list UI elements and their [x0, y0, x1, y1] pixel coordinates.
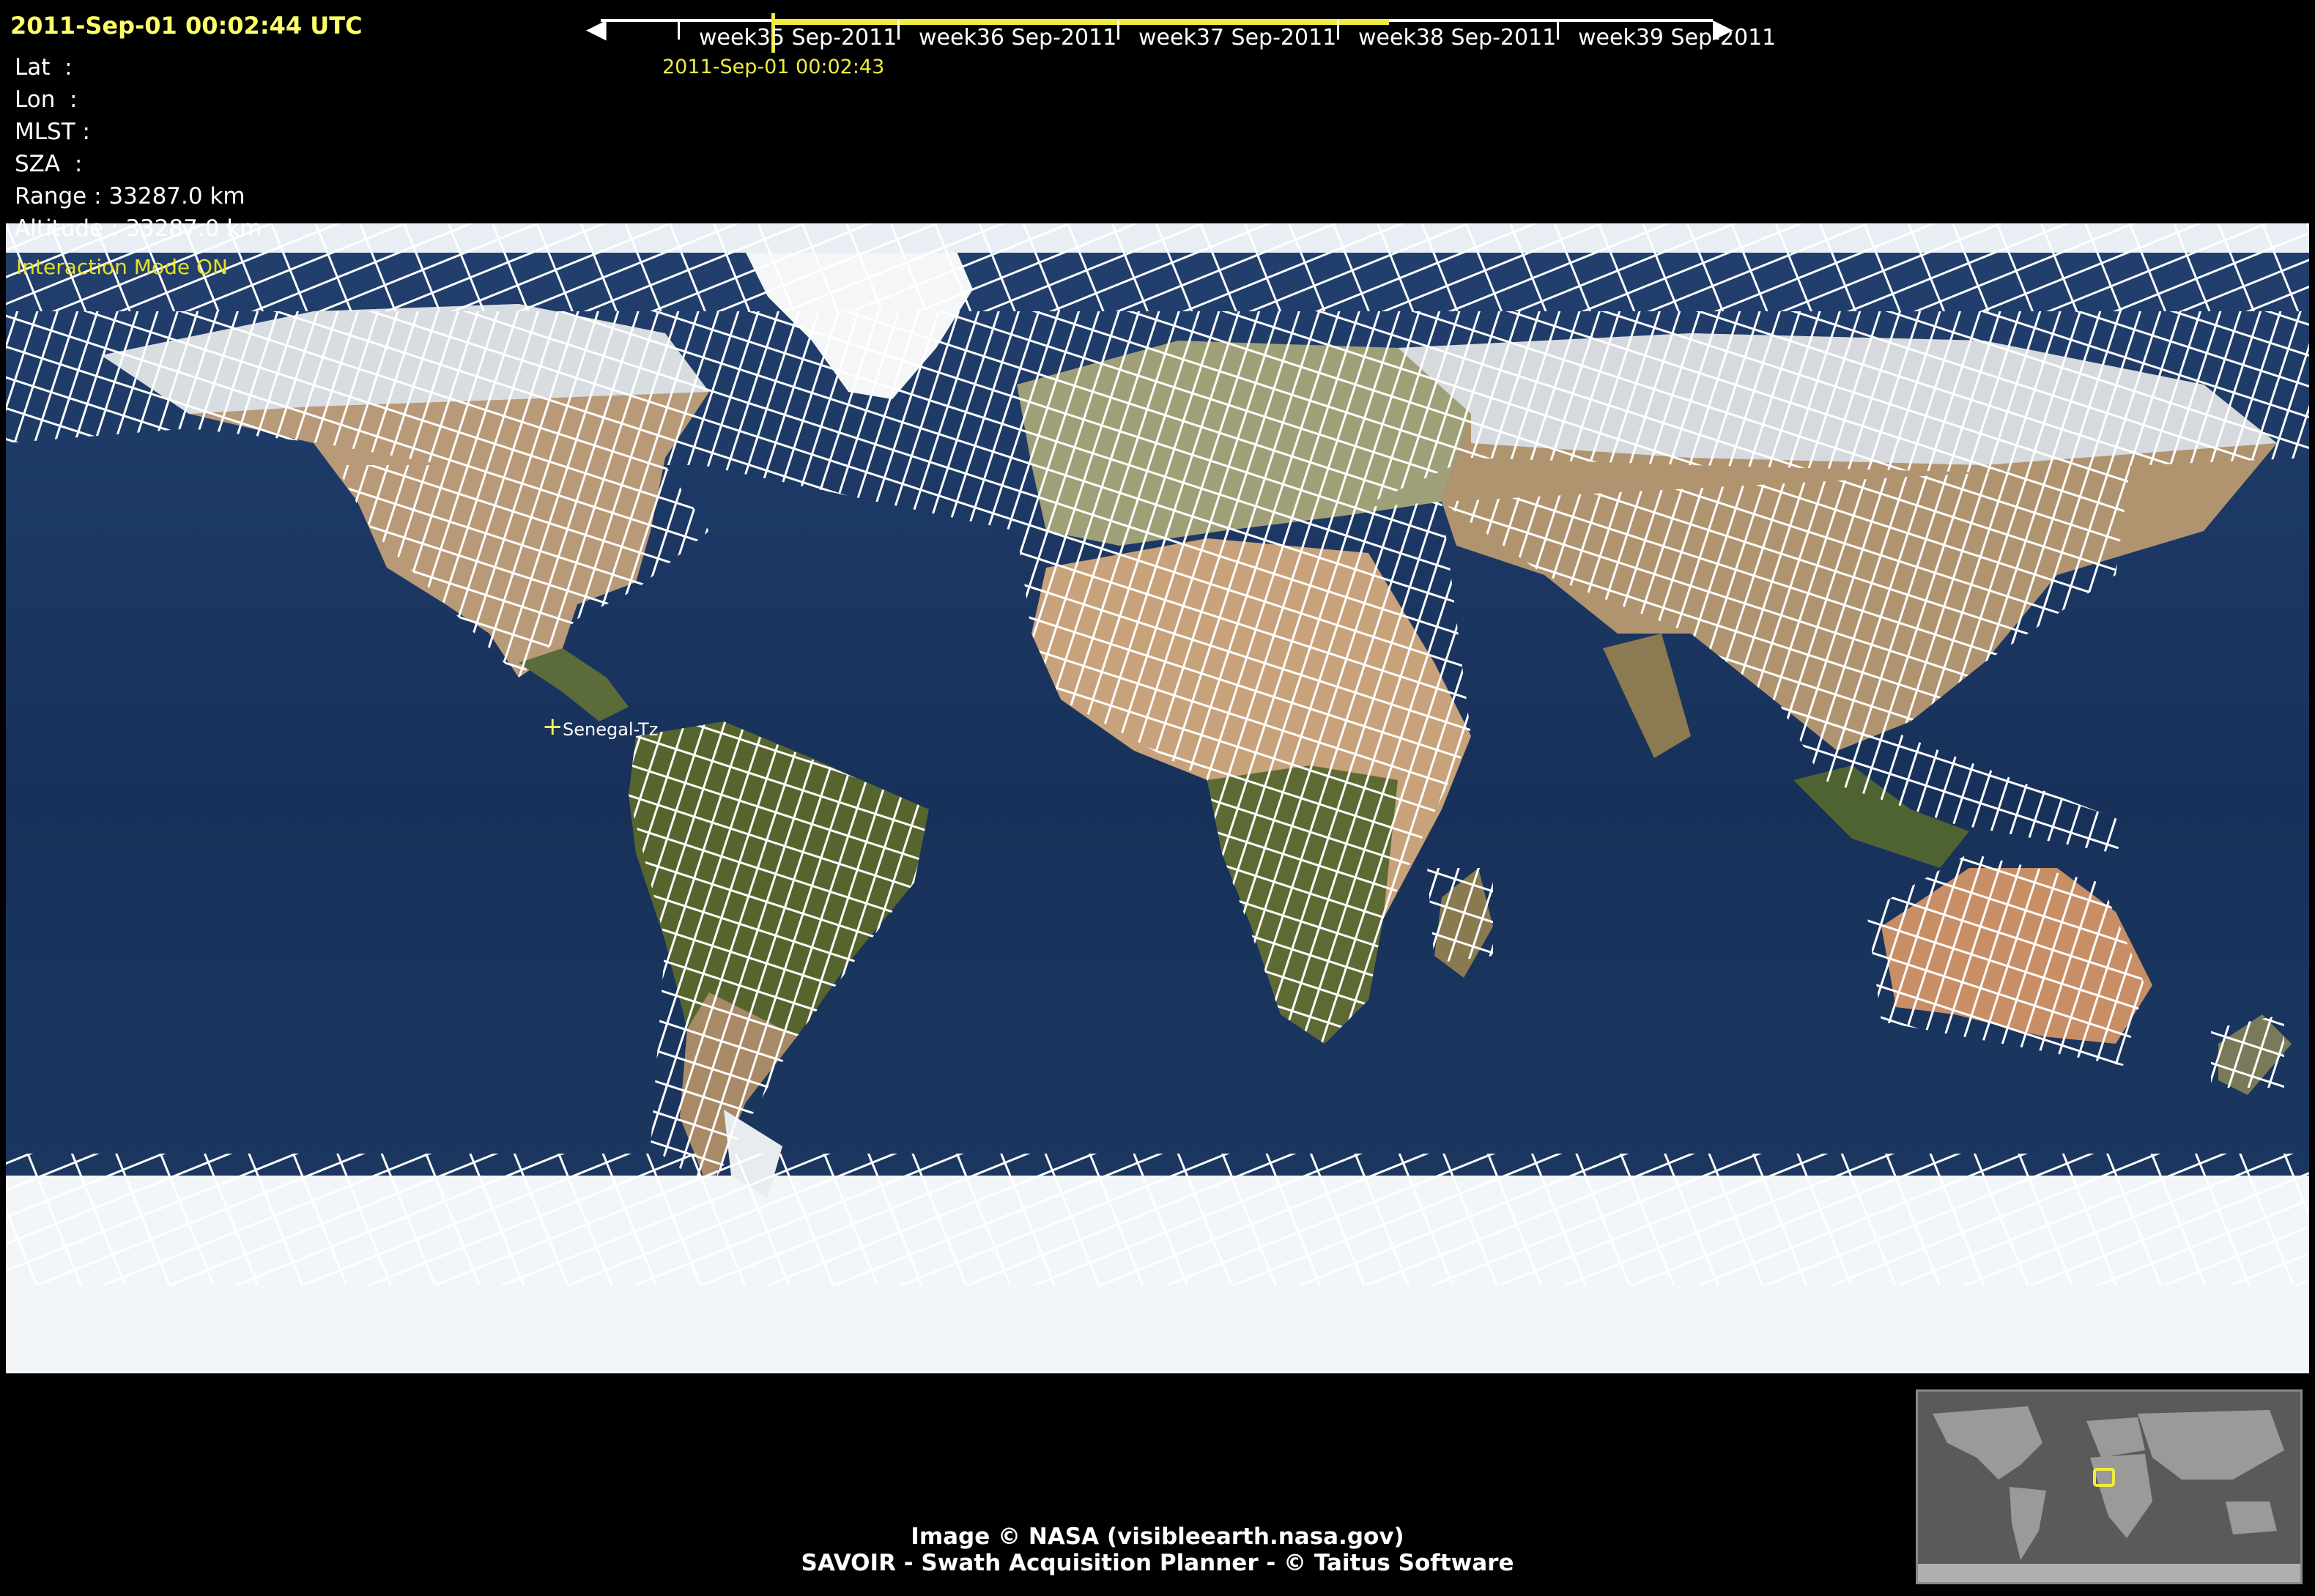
overview-antarctica [1918, 1564, 2300, 1582]
app-window: 2011-Sep-01 00:02:44 UTC Lat : Lon : MLS… [0, 0, 2315, 1596]
timeline-right-arrow-icon[interactable]: ▶ [1713, 16, 1733, 42]
altitude-readout: Altitude : 33287.0 km [15, 215, 262, 242]
timeline-tick [897, 21, 900, 40]
mlst-readout: MLST : [15, 119, 90, 145]
swath-coverage-arctic [6, 223, 2309, 311]
swath-coverage-madagascar [1427, 868, 1493, 963]
timeline-week-label[interactable]: week36 Sep-2011 [919, 25, 1116, 51]
lat-readout: Lat : [15, 54, 73, 81]
overview-australia [2226, 1502, 2277, 1534]
timeline-tick [1117, 21, 1119, 40]
target-label[interactable]: Senegal-Tz [563, 719, 658, 740]
timeline-week-label[interactable]: week38 Sep-2011 [1358, 25, 1556, 51]
world-map[interactable] [6, 223, 2309, 1373]
sza-readout: SZA : [15, 151, 83, 177]
map-canvas [6, 223, 2309, 1373]
interaction-mode-status: Interaction Mode ON [16, 255, 228, 279]
lon-readout: Lon : [15, 86, 78, 113]
timeline-selected-range[interactable] [774, 19, 1389, 25]
range-readout: Range : 33287.0 km [15, 183, 245, 209]
swath-coverage-antarctic [6, 1154, 2309, 1285]
overview-canvas [1918, 1392, 2300, 1582]
timeline-week-label[interactable]: week35 Sep-2011 [699, 25, 897, 51]
timeline-tick [678, 21, 680, 40]
timeline-tick [1557, 21, 1559, 40]
timeline-tick [1337, 21, 1339, 40]
timeline-week-label[interactable]: week37 Sep-2011 [1138, 25, 1336, 51]
overview-map[interactable] [1916, 1389, 2303, 1584]
timeline[interactable]: ◀ week35 Sep-2011 week36 Sep-2011 week37… [586, 13, 1776, 79]
target-marker-icon[interactable]: + [542, 712, 563, 741]
current-datetime: 2011-Sep-01 00:02:44 UTC [10, 12, 363, 40]
timeline-week-label[interactable]: week39 Sep-2011 [1578, 25, 1776, 51]
timeline-current-time: 2011-Sep-01 00:02:43 [662, 56, 885, 78]
